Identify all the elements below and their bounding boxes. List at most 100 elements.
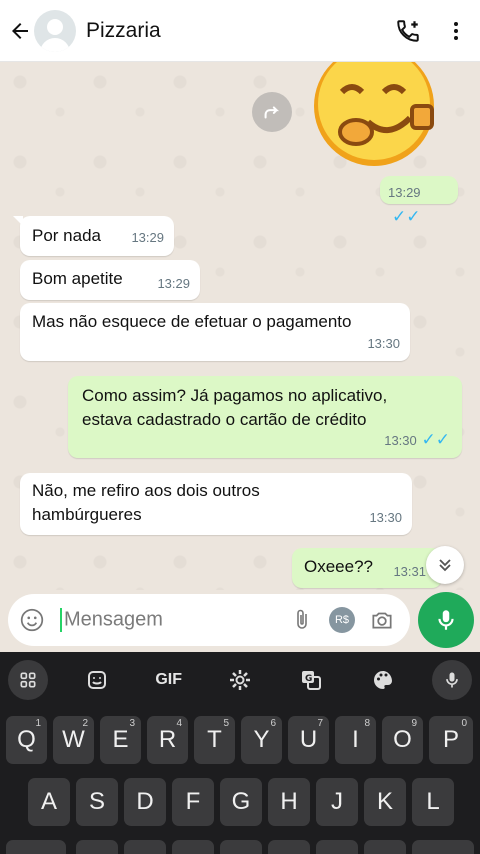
- key-e[interactable]: E3: [100, 716, 141, 764]
- key-w[interactable]: W2: [53, 716, 94, 764]
- message-input-box[interactable]: Mensagem R$: [8, 594, 410, 646]
- key-i[interactable]: I8: [335, 716, 376, 764]
- message-text: Por nada: [32, 226, 101, 245]
- key-a[interactable]: A: [28, 778, 70, 826]
- keyboard-row-3-partial: [0, 840, 480, 854]
- backspace-key[interactable]: [412, 840, 474, 854]
- emoji-button[interactable]: [12, 594, 52, 646]
- key-g[interactable]: G: [220, 778, 262, 826]
- key-hint: 9: [411, 718, 417, 729]
- key-hint: 1: [35, 718, 41, 729]
- emoji-icon: [20, 608, 44, 632]
- key-f[interactable]: F: [172, 778, 214, 826]
- message-list[interactable]: 13:29 ✓✓ Por nada 13:29 Bom apetite 13:2…: [0, 62, 480, 590]
- key-l[interactable]: L: [412, 778, 454, 826]
- key-t[interactable]: T5: [194, 716, 235, 764]
- key-c[interactable]: [172, 840, 214, 854]
- key-label: W: [62, 726, 85, 753]
- message-bubble[interactable]: Mas não esquece de efetuar o pagamento 1…: [20, 303, 410, 361]
- message-bubble[interactable]: Como assim? Já pagamos no aplicativo, es…: [68, 376, 462, 458]
- key-d[interactable]: D: [124, 778, 166, 826]
- message-text: Como assim? Já pagamos no aplicativo,: [82, 386, 388, 405]
- read-ticks-icon: ✓✓: [392, 207, 421, 226]
- key-z[interactable]: [76, 840, 118, 854]
- gif-button[interactable]: GIF: [147, 660, 191, 700]
- message-text-line2: hambúrgueres: [32, 505, 142, 524]
- theme-button[interactable]: [361, 660, 405, 700]
- voice-message-button[interactable]: [418, 592, 474, 648]
- key-label: E: [112, 726, 129, 753]
- back-arrow-icon: [12, 22, 28, 39]
- key-p[interactable]: P0: [429, 716, 473, 764]
- more-options-button[interactable]: [432, 0, 480, 62]
- key-label: L: [426, 788, 440, 815]
- avatar[interactable]: [34, 9, 76, 52]
- message-bubble[interactable]: Não, me refiro aos dois outros hambúrgue…: [20, 473, 412, 535]
- message-time: 13:30: [384, 433, 417, 448]
- text-cursor: [60, 608, 62, 632]
- key-hint: 8: [364, 718, 370, 729]
- message-time: 13:30: [369, 510, 402, 525]
- key-label: Y: [253, 726, 270, 753]
- key-j[interactable]: J: [316, 778, 358, 826]
- mic-icon: [446, 672, 458, 688]
- message-input[interactable]: Mensagem: [60, 608, 282, 632]
- key-r[interactable]: R4: [147, 716, 188, 764]
- key-label: K: [376, 788, 393, 815]
- message-time: 13:31: [393, 564, 426, 579]
- keyboard-toolbar: GIF G: [0, 652, 480, 708]
- key-label: H: [280, 788, 298, 815]
- key-label: Q: [17, 726, 36, 753]
- add-call-button[interactable]: [384, 0, 432, 62]
- key-label: F: [185, 788, 201, 815]
- payment-button[interactable]: R$: [322, 594, 362, 646]
- key-s[interactable]: S: [76, 778, 118, 826]
- forward-button[interactable]: [252, 92, 292, 132]
- translate-button[interactable]: G: [289, 660, 333, 700]
- shift-key[interactable]: [6, 840, 66, 854]
- key-k[interactable]: K: [364, 778, 406, 826]
- key-o[interactable]: O9: [382, 716, 423, 764]
- forward-icon: [264, 106, 280, 119]
- currency-icon: R$: [329, 607, 355, 633]
- message-text: Bom apetite: [32, 269, 123, 288]
- keyboard: GIF G Q1 W2 E3 R4 T5 Y6 U7 I8 O9 P0 A S …: [0, 652, 480, 854]
- key-label: S: [88, 788, 105, 815]
- sticker-time-chip: 13:29 ✓✓: [380, 176, 458, 226]
- message-bubble[interactable]: Oxeee?? 13:31: [292, 548, 442, 588]
- camera-button[interactable]: [362, 594, 402, 646]
- message-time: 13:29: [157, 276, 190, 291]
- sticker-emoji[interactable]: [312, 62, 436, 166]
- message-text: Não, me refiro aos dois outros: [32, 481, 260, 500]
- camera-icon: [372, 612, 392, 629]
- key-x[interactable]: [124, 840, 166, 854]
- key-m[interactable]: [364, 840, 406, 854]
- key-n[interactable]: [316, 840, 358, 854]
- input-placeholder: Mensagem: [64, 608, 163, 631]
- key-label: G: [231, 788, 251, 815]
- message-text: Oxeee??: [304, 557, 373, 576]
- sticker-button[interactable]: [75, 660, 119, 700]
- message-bubble[interactable]: Bom apetite 13:29: [20, 260, 200, 300]
- key-b[interactable]: [268, 840, 310, 854]
- contact-name[interactable]: Pizzaria: [86, 19, 384, 43]
- apps-grid-button[interactable]: [8, 660, 48, 700]
- key-q[interactable]: Q1: [6, 716, 47, 764]
- key-label: D: [136, 788, 154, 815]
- composer: Mensagem R$: [0, 590, 480, 652]
- palette-icon: [373, 671, 392, 689]
- settings-button[interactable]: [218, 660, 262, 700]
- key-h[interactable]: H: [268, 778, 310, 826]
- key-v[interactable]: [220, 840, 262, 854]
- message-bubble[interactable]: Por nada 13:29: [13, 216, 174, 256]
- svg-text:G: G: [305, 674, 312, 684]
- scroll-to-bottom-button[interactable]: [426, 546, 464, 584]
- translate-icon: G: [302, 671, 322, 690]
- key-label: I: [352, 726, 359, 753]
- keyboard-mic-button[interactable]: [431, 660, 472, 700]
- key-y[interactable]: Y6: [241, 716, 282, 764]
- key-label: J: [331, 788, 343, 815]
- key-u[interactable]: U7: [288, 716, 329, 764]
- double-chevron-down-icon: [439, 559, 451, 572]
- attach-button[interactable]: [282, 594, 322, 646]
